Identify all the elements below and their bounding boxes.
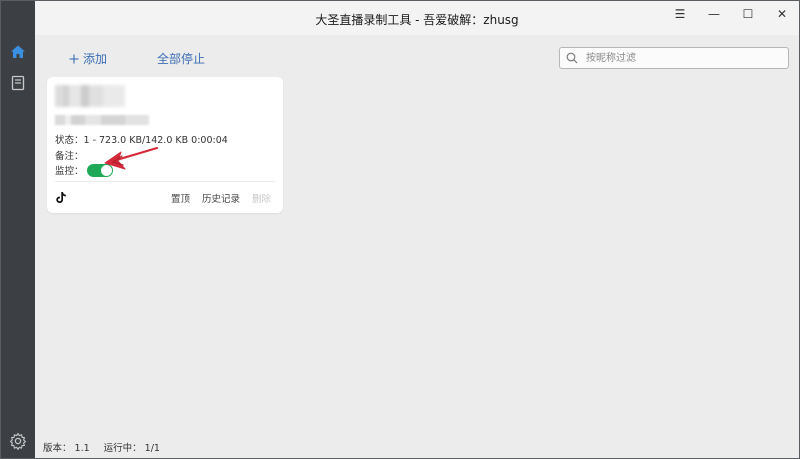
streamer-id-blurred bbox=[55, 115, 149, 125]
search-box[interactable] bbox=[559, 47, 789, 69]
monitor-row: 监控： bbox=[55, 163, 113, 177]
main-content: 添加 全部停止 状态：1 - 723.0 KB/142.0 KB 0:00:04… bbox=[35, 35, 799, 458]
menu-button[interactable]: ☰ bbox=[663, 1, 697, 27]
title-bar: 大圣直播录制工具 - 吾爱破解：zhusg ☰ — ☐ ✕ bbox=[35, 1, 799, 35]
home-icon[interactable] bbox=[8, 42, 28, 62]
app-window: 大圣直播录制工具 - 吾爱破解：zhusg ☰ — ☐ ✕ 添加 全部停止 按昵… bbox=[0, 0, 800, 459]
history-button[interactable]: 历史记录 bbox=[202, 191, 240, 205]
pin-button[interactable]: 置顶 bbox=[171, 191, 190, 205]
streamer-name-blurred bbox=[55, 85, 125, 107]
toggle-knob bbox=[100, 164, 112, 176]
card-actions: 置顶 历史记录 删除 bbox=[171, 191, 271, 205]
gear-icon[interactable] bbox=[8, 431, 28, 451]
status-bar: 版本： 1.1 运行中： 1/1 bbox=[43, 440, 160, 454]
book-icon[interactable] bbox=[8, 73, 28, 93]
monitor-toggle[interactable] bbox=[86, 163, 113, 177]
minimize-button[interactable]: — bbox=[697, 1, 731, 27]
delete-button[interactable]: 删除 bbox=[252, 191, 271, 205]
add-button[interactable]: 添加 bbox=[69, 50, 107, 67]
stream-card: 状态：1 - 723.0 KB/142.0 KB 0:00:04 备注： 监控：… bbox=[47, 77, 283, 213]
search-input[interactable] bbox=[584, 51, 788, 65]
version-text: 版本： 1.1 bbox=[43, 443, 90, 454]
tiktok-icon bbox=[55, 189, 67, 203]
sidebar bbox=[1, 1, 35, 458]
running-count-text: 运行中： 1/1 bbox=[103, 443, 160, 454]
close-button[interactable]: ✕ bbox=[765, 1, 799, 27]
monitor-label: 监控： bbox=[55, 166, 84, 177]
toolbar: 添加 全部停止 bbox=[35, 47, 799, 69]
search-icon bbox=[566, 51, 580, 65]
card-divider bbox=[55, 181, 275, 182]
maximize-button[interactable]: ☐ bbox=[731, 1, 765, 27]
stop-all-label: 全部停止 bbox=[157, 52, 206, 66]
add-button-label: 添加 bbox=[83, 52, 108, 66]
note-text: 备注： bbox=[55, 151, 84, 162]
plus-icon bbox=[69, 54, 79, 63]
window-controls: ☰ — ☐ ✕ bbox=[663, 1, 799, 27]
stop-all-button[interactable]: 全部停止 bbox=[157, 50, 205, 67]
status-text: 状态：1 - 723.0 KB/142.0 KB 0:00:04 bbox=[55, 135, 228, 146]
